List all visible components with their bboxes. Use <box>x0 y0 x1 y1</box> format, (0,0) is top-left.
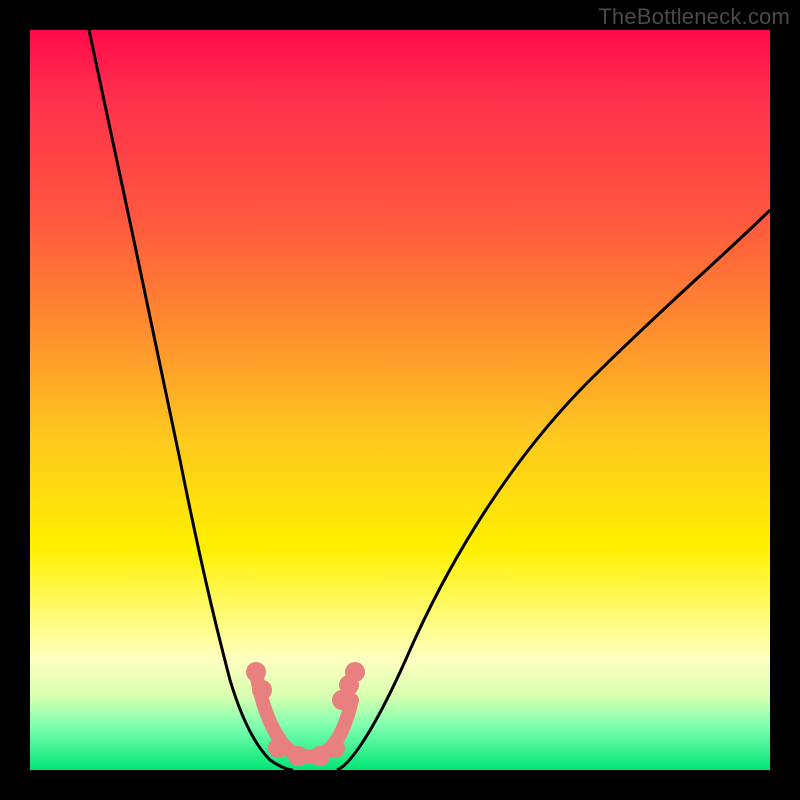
trough-marker <box>325 738 345 758</box>
plot-area <box>30 30 770 770</box>
watermark-text: TheBottleneck.com <box>598 4 790 30</box>
curve-left-descent <box>89 30 293 770</box>
trough-marker <box>268 738 288 758</box>
curves-svg <box>30 30 770 770</box>
trough-marker <box>252 680 272 700</box>
curve-right-ascent <box>337 210 770 770</box>
trough-marker <box>345 662 365 682</box>
trough-marker <box>246 662 266 682</box>
trough-marker <box>288 746 308 766</box>
